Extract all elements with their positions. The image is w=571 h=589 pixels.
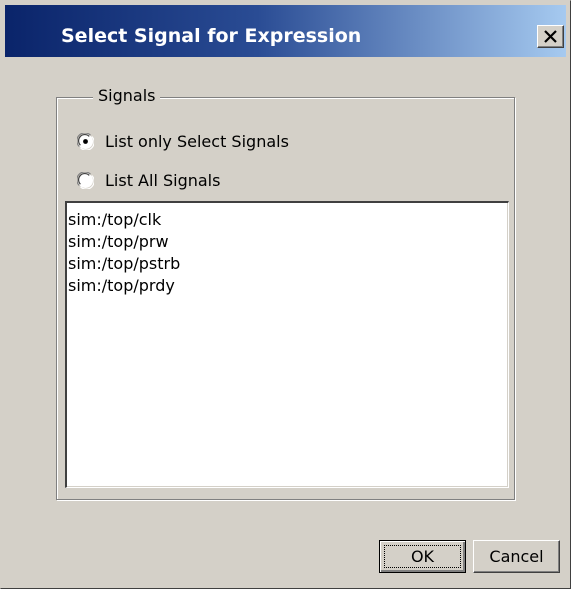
ok-button-label: OK	[410, 547, 435, 566]
radio-selected-icon[interactable]	[76, 132, 95, 151]
radio-unselected-icon[interactable]	[76, 171, 95, 190]
list-item[interactable]: sim:/top/prdy	[67, 275, 180, 297]
title-bar[interactable]: Select Signal for Expression	[5, 5, 566, 57]
ok-button[interactable]: OK	[379, 540, 466, 573]
radio-list-all-signals[interactable]: List All Signals	[76, 171, 221, 190]
dialog-window: Select Signal for Expression Signals Lis…	[0, 0, 571, 589]
cancel-button-label: Cancel	[489, 547, 544, 566]
radio-list-only-select-signals[interactable]: List only Select Signals	[76, 132, 289, 151]
list-item[interactable]: sim:/top/clk	[67, 209, 180, 231]
list-item[interactable]: sim:/top/prw	[67, 231, 180, 253]
signals-list: sim:/top/clk sim:/top/prw sim:/top/pstrb…	[67, 209, 180, 297]
radio-label: List All Signals	[105, 171, 221, 190]
close-icon	[544, 30, 557, 43]
window-title: Select Signal for Expression	[61, 25, 362, 47]
cancel-button[interactable]: Cancel	[473, 540, 560, 573]
signals-group-label: Signals	[93, 86, 161, 105]
radio-label: List only Select Signals	[105, 132, 289, 151]
list-item[interactable]: sim:/top/pstrb	[67, 253, 180, 275]
signals-listbox[interactable]: sim:/top/clk sim:/top/prw sim:/top/pstrb…	[65, 201, 509, 488]
close-button[interactable]	[537, 25, 564, 48]
